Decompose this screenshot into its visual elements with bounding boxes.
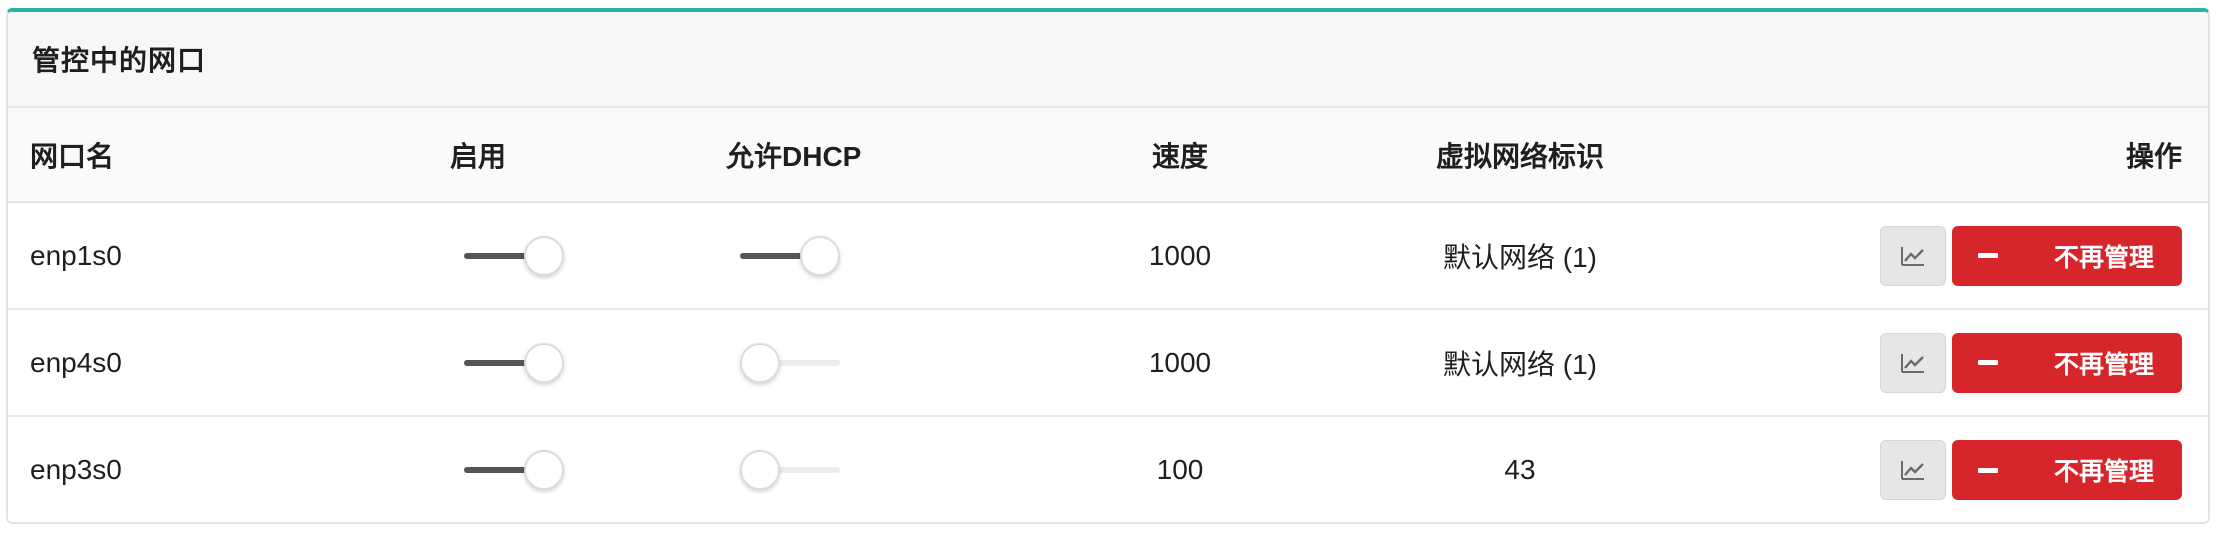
- managed-interfaces-panel: 管控中的网口 网口名 启用 允许DHCP 速度 虚拟网络标识 操作 enp1s0: [6, 8, 2210, 524]
- minus-icon: [1978, 360, 1998, 365]
- traffic-chart-button[interactable]: [1880, 332, 1946, 393]
- header-network: 虚拟网络标识: [1300, 108, 1740, 203]
- table-row: enp1s0 1000 默认网络 (1) 不再管理: [8, 202, 2208, 309]
- header-enable: 启用: [450, 108, 726, 203]
- network-value: 43: [1504, 454, 1536, 485]
- header-ops: 操作: [1740, 108, 2208, 203]
- row-actions: 不再管理: [1880, 225, 2182, 286]
- unmanage-label: 不再管理: [2054, 243, 2155, 272]
- network-value: 默认网络 (1): [1442, 241, 1597, 273]
- dhcp-toggle[interactable]: [740, 341, 840, 385]
- enable-toggle[interactable]: [464, 341, 564, 385]
- unmanage-label: 不再管理: [2054, 350, 2155, 379]
- interface-name: enp3s0: [30, 454, 122, 485]
- header-name: 网口名: [8, 108, 450, 203]
- dhcp-toggle[interactable]: [740, 448, 840, 492]
- row-actions: 不再管理: [1880, 440, 2182, 500]
- chart-line-icon: [1901, 246, 1924, 266]
- unmanage-button[interactable]: 不再管理: [1952, 225, 2182, 286]
- speed-value: 1000: [1148, 239, 1212, 271]
- interfaces-table: 网口名 启用 允许DHCP 速度 虚拟网络标识 操作 enp1s0 1000 默…: [8, 108, 2208, 522]
- chart-line-icon: [1901, 461, 1924, 480]
- speed-value: 100: [1156, 454, 1204, 485]
- traffic-chart-button[interactable]: [1880, 225, 1946, 286]
- dhcp-toggle[interactable]: [740, 234, 840, 278]
- minus-icon: [1978, 253, 1998, 258]
- network-value: 默认网络 (1): [1442, 348, 1597, 380]
- header-speed: 速度: [1060, 108, 1300, 203]
- enable-toggle[interactable]: [464, 234, 564, 278]
- header-dhcp: 允许DHCP: [726, 108, 1060, 203]
- speed-value: 1000: [1148, 346, 1212, 378]
- row-actions: 不再管理: [1880, 332, 2182, 393]
- traffic-chart-button[interactable]: [1880, 440, 1946, 500]
- interface-name: enp1s0: [30, 239, 122, 271]
- minus-icon: [1978, 467, 1998, 473]
- unmanage-button[interactable]: 不再管理: [1952, 440, 2182, 500]
- unmanage-button[interactable]: 不再管理: [1952, 332, 2182, 393]
- interface-name: enp4s0: [30, 346, 122, 378]
- table-header-row: 网口名 启用 允许DHCP 速度 虚拟网络标识 操作: [8, 108, 2208, 203]
- enable-toggle[interactable]: [464, 448, 564, 492]
- chart-line-icon: [1901, 353, 1924, 373]
- panel-title: 管控中的网口: [8, 12, 2208, 108]
- table-row: enp4s0 1000 默认网络 (1) 不再管理: [8, 309, 2208, 416]
- table-row: enp3s0 100 43 不再管理: [8, 416, 2208, 522]
- unmanage-label: 不再管理: [2054, 458, 2155, 486]
